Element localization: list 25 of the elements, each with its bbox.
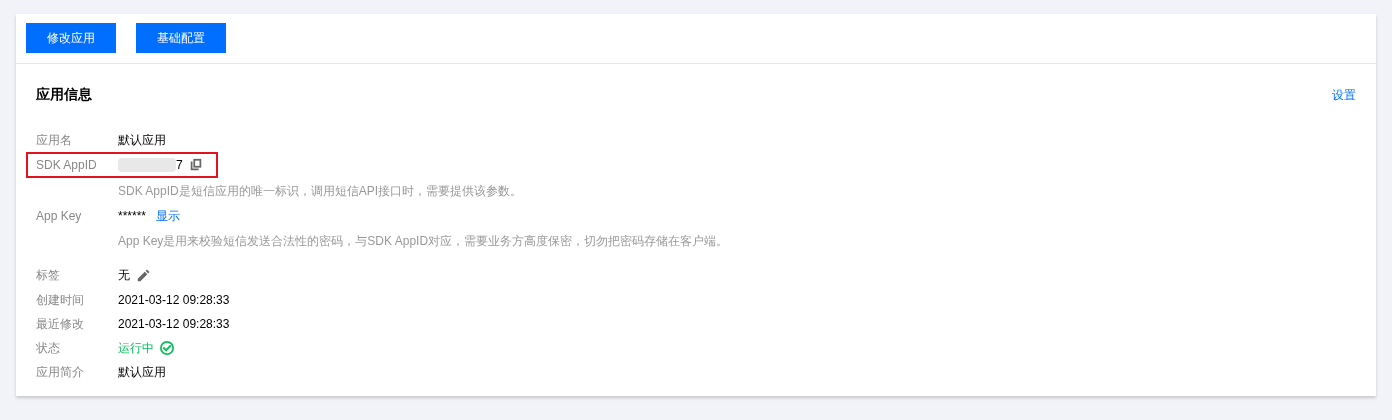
field-value: 默认应用 — [118, 131, 166, 149]
section-title: 应用信息 — [36, 86, 92, 104]
field-value: ****** — [118, 209, 147, 223]
field-label: 创建时间 — [36, 291, 85, 309]
pencil-icon[interactable] — [136, 268, 150, 283]
field-label: 应用简介 — [36, 363, 85, 381]
toolbar-button[interactable]: 修改应用 — [26, 23, 116, 53]
field-label: 状态 — [36, 339, 61, 357]
field-hint: SDK AppID是短信应用的唯一标识，调用短信API接口时，需要提供该参数。 — [117, 183, 524, 200]
toolbar-button[interactable]: 基础配置 — [136, 23, 226, 53]
field-label: 最近修改 — [36, 315, 85, 333]
settings-link[interactable]: 设置 — [1332, 86, 1356, 104]
copy-icon[interactable] — [188, 158, 203, 172]
field-value: 无 — [118, 267, 130, 284]
field-value: 2021-03-12 09:28:33 — [118, 317, 230, 331]
field-hint: App Key是用来校验短信发送合法性的密码，与SDK AppID对应，需要业务方高度保密，切勿把密码存储在客户端。 — [117, 233, 730, 250]
field-label: SDK AppID — [36, 158, 98, 172]
field-value: 7 — [176, 158, 183, 172]
field-label: 应用名 — [36, 131, 73, 149]
field-value: 默认应用 — [118, 363, 166, 381]
field-value: 2021-03-12 09:28:33 — [118, 293, 230, 307]
field-label: 标签 — [36, 267, 61, 284]
field-label: App Key — [36, 209, 83, 223]
show-link[interactable]: 显示 — [156, 207, 181, 225]
field-value: 运行中 — [118, 339, 154, 357]
